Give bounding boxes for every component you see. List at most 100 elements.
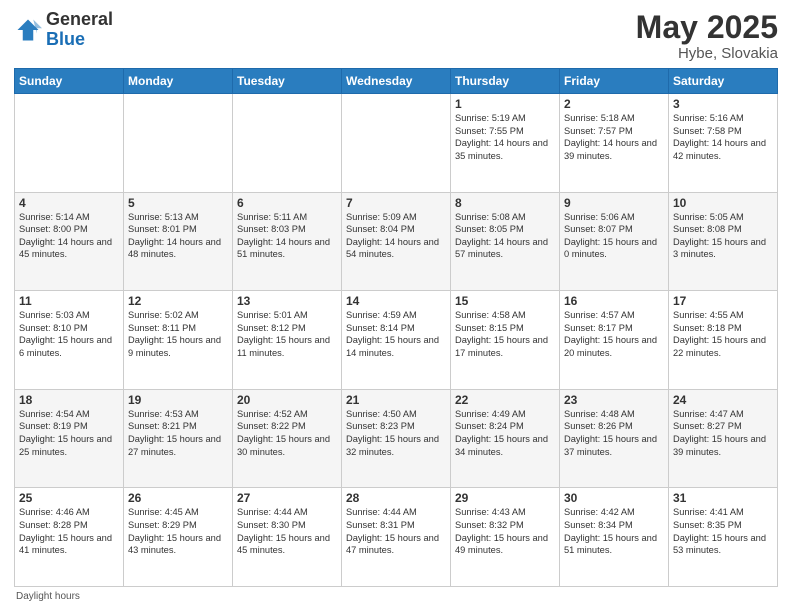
day-number: 8 <box>455 196 555 210</box>
weekday-header-wednesday: Wednesday <box>342 69 451 94</box>
day-number: 23 <box>564 393 664 407</box>
day-cell <box>342 94 451 193</box>
week-row-5: 25Sunrise: 4:46 AM Sunset: 8:28 PM Dayli… <box>15 488 778 587</box>
day-info: Sunrise: 4:45 AM Sunset: 8:29 PM Dayligh… <box>128 506 228 556</box>
day-number: 9 <box>564 196 664 210</box>
logo-blue-label: Blue <box>46 30 113 50</box>
footer-text: Daylight hours <box>16 591 80 602</box>
logo-general-label: General <box>46 10 113 30</box>
day-cell: 3Sunrise: 5:16 AM Sunset: 7:58 PM Daylig… <box>669 94 778 193</box>
page: General Blue May 2025 Hybe, Slovakia Sun… <box>0 0 792 612</box>
day-number: 17 <box>673 294 773 308</box>
day-info: Sunrise: 4:58 AM Sunset: 8:15 PM Dayligh… <box>455 309 555 359</box>
day-number: 15 <box>455 294 555 308</box>
day-number: 27 <box>237 491 337 505</box>
day-info: Sunrise: 5:09 AM Sunset: 8:04 PM Dayligh… <box>346 211 446 261</box>
day-cell: 11Sunrise: 5:03 AM Sunset: 8:10 PM Dayli… <box>15 291 124 390</box>
day-number: 5 <box>128 196 228 210</box>
day-cell <box>124 94 233 193</box>
day-cell: 4Sunrise: 5:14 AM Sunset: 8:00 PM Daylig… <box>15 192 124 291</box>
weekday-header-friday: Friday <box>560 69 669 94</box>
day-cell: 27Sunrise: 4:44 AM Sunset: 8:30 PM Dayli… <box>233 488 342 587</box>
day-cell: 10Sunrise: 5:05 AM Sunset: 8:08 PM Dayli… <box>669 192 778 291</box>
day-info: Sunrise: 5:19 AM Sunset: 7:55 PM Dayligh… <box>455 112 555 162</box>
day-info: Sunrise: 5:16 AM Sunset: 7:58 PM Dayligh… <box>673 112 773 162</box>
day-number: 7 <box>346 196 446 210</box>
day-number: 18 <box>19 393 119 407</box>
logo: General Blue <box>14 10 113 50</box>
day-cell: 25Sunrise: 4:46 AM Sunset: 8:28 PM Dayli… <box>15 488 124 587</box>
day-number: 25 <box>19 491 119 505</box>
day-info: Sunrise: 5:06 AM Sunset: 8:07 PM Dayligh… <box>564 211 664 261</box>
day-number: 1 <box>455 97 555 111</box>
day-info: Sunrise: 4:47 AM Sunset: 8:27 PM Dayligh… <box>673 408 773 458</box>
day-cell: 5Sunrise: 5:13 AM Sunset: 8:01 PM Daylig… <box>124 192 233 291</box>
day-number: 20 <box>237 393 337 407</box>
header: General Blue May 2025 Hybe, Slovakia <box>14 10 778 62</box>
week-row-4: 18Sunrise: 4:54 AM Sunset: 8:19 PM Dayli… <box>15 389 778 488</box>
day-info: Sunrise: 4:44 AM Sunset: 8:30 PM Dayligh… <box>237 506 337 556</box>
day-number: 14 <box>346 294 446 308</box>
day-info: Sunrise: 5:13 AM Sunset: 8:01 PM Dayligh… <box>128 211 228 261</box>
week-row-3: 11Sunrise: 5:03 AM Sunset: 8:10 PM Dayli… <box>15 291 778 390</box>
day-cell: 21Sunrise: 4:50 AM Sunset: 8:23 PM Dayli… <box>342 389 451 488</box>
day-number: 10 <box>673 196 773 210</box>
day-number: 3 <box>673 97 773 111</box>
weekday-header-saturday: Saturday <box>669 69 778 94</box>
day-cell: 23Sunrise: 4:48 AM Sunset: 8:26 PM Dayli… <box>560 389 669 488</box>
day-cell: 2Sunrise: 5:18 AM Sunset: 7:57 PM Daylig… <box>560 94 669 193</box>
day-cell <box>15 94 124 193</box>
day-info: Sunrise: 4:46 AM Sunset: 8:28 PM Dayligh… <box>19 506 119 556</box>
day-info: Sunrise: 4:41 AM Sunset: 8:35 PM Dayligh… <box>673 506 773 556</box>
footer-note: Daylight hours <box>14 591 778 602</box>
title-location: Hybe, Slovakia <box>636 45 778 62</box>
day-cell: 20Sunrise: 4:52 AM Sunset: 8:22 PM Dayli… <box>233 389 342 488</box>
day-cell: 1Sunrise: 5:19 AM Sunset: 7:55 PM Daylig… <box>451 94 560 193</box>
weekday-header-monday: Monday <box>124 69 233 94</box>
day-info: Sunrise: 5:14 AM Sunset: 8:00 PM Dayligh… <box>19 211 119 261</box>
day-cell: 8Sunrise: 5:08 AM Sunset: 8:05 PM Daylig… <box>451 192 560 291</box>
day-info: Sunrise: 4:57 AM Sunset: 8:17 PM Dayligh… <box>564 309 664 359</box>
day-info: Sunrise: 5:02 AM Sunset: 8:11 PM Dayligh… <box>128 309 228 359</box>
weekday-header-sunday: Sunday <box>15 69 124 94</box>
day-info: Sunrise: 5:03 AM Sunset: 8:10 PM Dayligh… <box>19 309 119 359</box>
calendar-table: SundayMondayTuesdayWednesdayThursdayFrid… <box>14 68 778 587</box>
day-info: Sunrise: 5:11 AM Sunset: 8:03 PM Dayligh… <box>237 211 337 261</box>
day-info: Sunrise: 5:18 AM Sunset: 7:57 PM Dayligh… <box>564 112 664 162</box>
day-info: Sunrise: 4:42 AM Sunset: 8:34 PM Dayligh… <box>564 506 664 556</box>
day-info: Sunrise: 4:43 AM Sunset: 8:32 PM Dayligh… <box>455 506 555 556</box>
weekday-header-row: SundayMondayTuesdayWednesdayThursdayFrid… <box>15 69 778 94</box>
day-info: Sunrise: 4:50 AM Sunset: 8:23 PM Dayligh… <box>346 408 446 458</box>
day-info: Sunrise: 4:55 AM Sunset: 8:18 PM Dayligh… <box>673 309 773 359</box>
day-number: 30 <box>564 491 664 505</box>
day-cell: 9Sunrise: 5:06 AM Sunset: 8:07 PM Daylig… <box>560 192 669 291</box>
day-info: Sunrise: 4:44 AM Sunset: 8:31 PM Dayligh… <box>346 506 446 556</box>
weekday-header-thursday: Thursday <box>451 69 560 94</box>
day-number: 2 <box>564 97 664 111</box>
day-number: 22 <box>455 393 555 407</box>
day-cell: 16Sunrise: 4:57 AM Sunset: 8:17 PM Dayli… <box>560 291 669 390</box>
week-row-1: 1Sunrise: 5:19 AM Sunset: 7:55 PM Daylig… <box>15 94 778 193</box>
day-number: 24 <box>673 393 773 407</box>
day-number: 12 <box>128 294 228 308</box>
day-cell: 31Sunrise: 4:41 AM Sunset: 8:35 PM Dayli… <box>669 488 778 587</box>
day-number: 26 <box>128 491 228 505</box>
day-cell <box>233 94 342 193</box>
day-number: 29 <box>455 491 555 505</box>
day-cell: 18Sunrise: 4:54 AM Sunset: 8:19 PM Dayli… <box>15 389 124 488</box>
day-info: Sunrise: 4:52 AM Sunset: 8:22 PM Dayligh… <box>237 408 337 458</box>
title-block: May 2025 Hybe, Slovakia <box>636 10 778 62</box>
day-cell: 12Sunrise: 5:02 AM Sunset: 8:11 PM Dayli… <box>124 291 233 390</box>
day-number: 13 <box>237 294 337 308</box>
day-cell: 22Sunrise: 4:49 AM Sunset: 8:24 PM Dayli… <box>451 389 560 488</box>
week-row-2: 4Sunrise: 5:14 AM Sunset: 8:00 PM Daylig… <box>15 192 778 291</box>
day-number: 19 <box>128 393 228 407</box>
day-number: 4 <box>19 196 119 210</box>
day-info: Sunrise: 5:05 AM Sunset: 8:08 PM Dayligh… <box>673 211 773 261</box>
day-cell: 19Sunrise: 4:53 AM Sunset: 8:21 PM Dayli… <box>124 389 233 488</box>
day-info: Sunrise: 5:08 AM Sunset: 8:05 PM Dayligh… <box>455 211 555 261</box>
day-cell: 30Sunrise: 4:42 AM Sunset: 8:34 PM Dayli… <box>560 488 669 587</box>
day-info: Sunrise: 4:59 AM Sunset: 8:14 PM Dayligh… <box>346 309 446 359</box>
day-info: Sunrise: 4:54 AM Sunset: 8:19 PM Dayligh… <box>19 408 119 458</box>
day-cell: 15Sunrise: 4:58 AM Sunset: 8:15 PM Dayli… <box>451 291 560 390</box>
